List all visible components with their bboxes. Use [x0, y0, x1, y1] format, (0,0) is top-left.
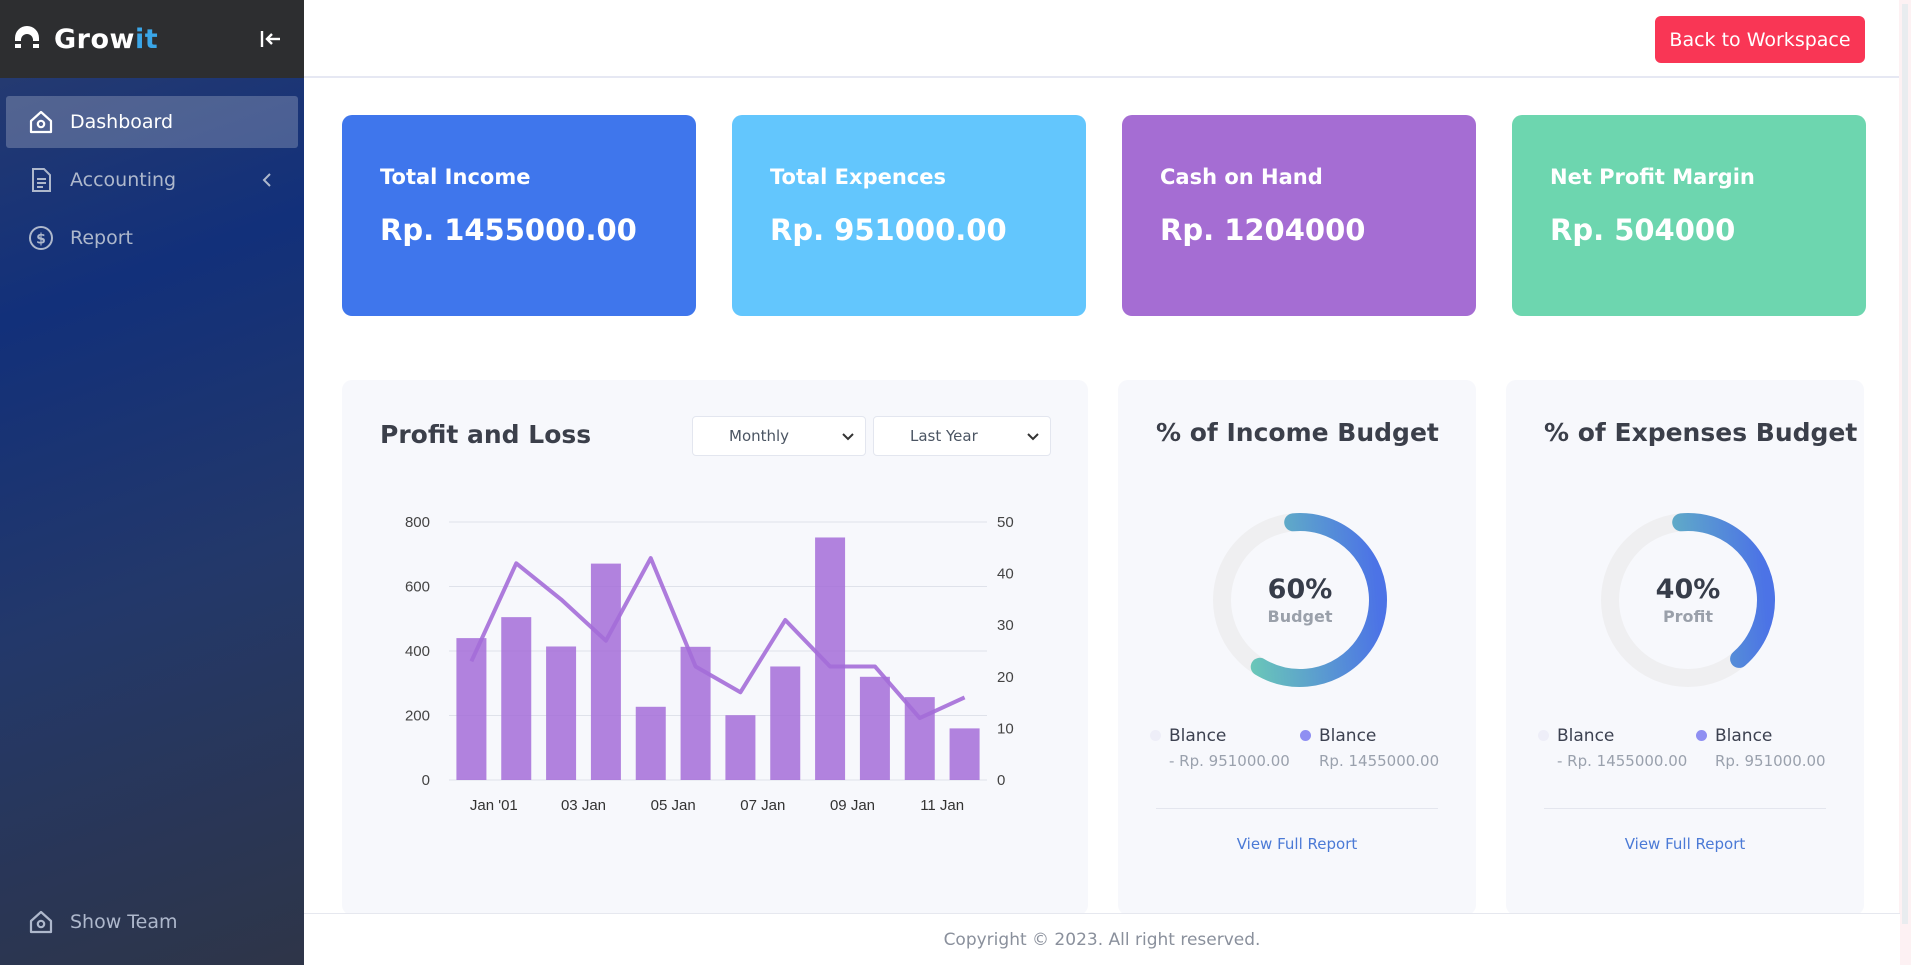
- back-to-workspace-button[interactable]: Back to Workspace: [1655, 16, 1865, 63]
- legend-amount: - Rp. 1455000.00: [1557, 752, 1688, 770]
- legend-dot: [1300, 730, 1311, 741]
- home-icon: [29, 910, 53, 934]
- y-left-tick-label: 200: [405, 708, 430, 725]
- income-budget-panel: % of Income Budget 60% Budget Blance - R…: [1118, 380, 1476, 915]
- bar: [501, 617, 532, 780]
- legend-amount: - Rp. 951000.00: [1169, 752, 1290, 770]
- y-right-tick-label: 50: [997, 514, 1014, 531]
- sidebar-item-dashboard[interactable]: Dashboard: [6, 96, 298, 148]
- legend-item: Blance Rp. 1455000.00: [1300, 726, 1439, 770]
- footer: Copyright © 2023. All right reserved.: [304, 913, 1900, 965]
- sidebar-item-show-team[interactable]: Show Team: [6, 896, 298, 948]
- y-right-tick-label: 30: [997, 617, 1014, 634]
- bar: [949, 728, 980, 780]
- copyright-text: Copyright © 2023. All right reserved.: [943, 929, 1261, 950]
- bar: [904, 697, 935, 780]
- stat-card-net-profit-margin: Net Profit Margin Rp. 504000: [1512, 115, 1866, 316]
- y-left-tick-label: 600: [405, 579, 430, 596]
- brand-name[interactable]: Growit: [54, 24, 158, 55]
- donut-sublabel: Profit: [1662, 607, 1714, 626]
- bar: [815, 537, 846, 780]
- sidebar: Growit Dashboard Accounting $ Report Sho…: [0, 0, 304, 965]
- stat-card-total-expences: Total Expences Rp. 951000.00: [732, 115, 1086, 316]
- stat-value: Rp. 951000.00: [770, 213, 1007, 247]
- document-icon: [32, 168, 51, 192]
- donut-percent: 40%: [1655, 574, 1721, 605]
- x-tick-label: 05 Jan: [651, 797, 696, 814]
- bar: [770, 666, 801, 780]
- y-right-tick-label: 0: [997, 772, 1005, 789]
- stat-label: Net Profit Margin: [1550, 165, 1755, 189]
- panel-title: % of Expenses Budget: [1544, 418, 1858, 447]
- dollar-circle-icon: $: [29, 226, 53, 250]
- divider: [1156, 808, 1438, 809]
- bar: [546, 646, 577, 780]
- collapse-sidebar-icon[interactable]: [258, 26, 284, 52]
- divider: [1544, 808, 1826, 809]
- x-tick-label: Jan '01: [470, 797, 518, 814]
- sidebar-item-label: Report: [70, 227, 133, 249]
- donut-sublabel: Budget: [1267, 607, 1333, 626]
- sidebar-bottom: Show Team: [6, 896, 298, 948]
- bar: [590, 563, 621, 780]
- home-icon: [29, 110, 53, 134]
- x-tick-label: 09 Jan: [830, 797, 875, 814]
- view-full-report-link[interactable]: View Full Report: [1506, 835, 1864, 853]
- bar: [725, 715, 756, 780]
- svg-text:$: $: [36, 232, 46, 248]
- chevron-left-icon: [262, 173, 271, 187]
- sidebar-item-accounting[interactable]: Accounting: [6, 154, 298, 206]
- legend-dot: [1696, 730, 1707, 741]
- stat-label: Cash on Hand: [1160, 165, 1323, 189]
- legend-dot: [1538, 730, 1549, 741]
- view-full-report-link[interactable]: View Full Report: [1118, 835, 1476, 853]
- bar: [859, 676, 890, 780]
- expenses-budget-panel: % of Expenses Budget 40% Profit Blance -…: [1506, 380, 1864, 915]
- donut-center: 60% Budget: [1220, 574, 1380, 626]
- sidebar-nav: Dashboard Accounting $ Report: [0, 78, 304, 264]
- x-tick-label: 03 Jan: [561, 797, 606, 814]
- profit-loss-chart: 0 200 400 600 800 0 10 20 30 40 50 Jan '01 03 Jan 05 …: [405, 514, 1014, 814]
- sidebar-item-report[interactable]: $ Report: [6, 212, 298, 264]
- scrollbar-thumb[interactable]: [1902, 4, 1908, 924]
- sidebar-item-label: Dashboard: [70, 111, 174, 133]
- bar: [635, 706, 666, 780]
- stat-value: Rp. 1455000.00: [380, 213, 637, 247]
- scrollbar[interactable]: [1899, 0, 1911, 965]
- legend-item: Blance - Rp. 1455000.00: [1538, 726, 1687, 770]
- stat-value: Rp. 504000: [1550, 213, 1736, 247]
- x-tick-label: 11 Jan: [920, 797, 964, 814]
- legend-amount: Rp. 1455000.00: [1319, 752, 1440, 770]
- x-tick-label: 07 Jan: [740, 797, 785, 814]
- legend-dot: [1150, 730, 1161, 741]
- sidebar-header: Growit: [0, 0, 304, 78]
- stat-value: Rp. 1204000: [1160, 213, 1366, 247]
- stat-card-cash-on-hand: Cash on Hand Rp. 1204000: [1122, 115, 1476, 316]
- sidebar-item-label: Accounting: [70, 169, 177, 191]
- y-right-tick-label: 20: [997, 669, 1014, 686]
- profit-loss-panel: Profit and Loss Monthly Last Year 0 200 40…: [342, 380, 1088, 915]
- brand-logo-icon: [15, 26, 39, 48]
- legend-item: Blance Rp. 951000.00: [1696, 726, 1826, 770]
- line-series: [469, 556, 966, 721]
- legend-amount: Rp. 951000.00: [1715, 752, 1826, 770]
- sidebar-item-label: Show Team: [70, 911, 178, 933]
- stat-card-total-income: Total Income Rp. 1455000.00: [342, 115, 696, 316]
- stat-label: Total Income: [380, 165, 531, 189]
- stat-label: Total Expences: [770, 165, 946, 189]
- donut-center: 40% Profit: [1608, 574, 1768, 626]
- y-right-tick-label: 10: [997, 720, 1014, 737]
- panel-title: % of Income Budget: [1156, 418, 1439, 447]
- y-left-tick-label: 0: [422, 772, 430, 789]
- y-left-tick-label: 800: [405, 514, 430, 531]
- donut-percent: 60%: [1267, 574, 1333, 605]
- y-left-tick-label: 400: [405, 643, 430, 660]
- y-right-tick-label: 40: [997, 566, 1014, 583]
- legend-item: Blance - Rp. 951000.00: [1150, 726, 1290, 770]
